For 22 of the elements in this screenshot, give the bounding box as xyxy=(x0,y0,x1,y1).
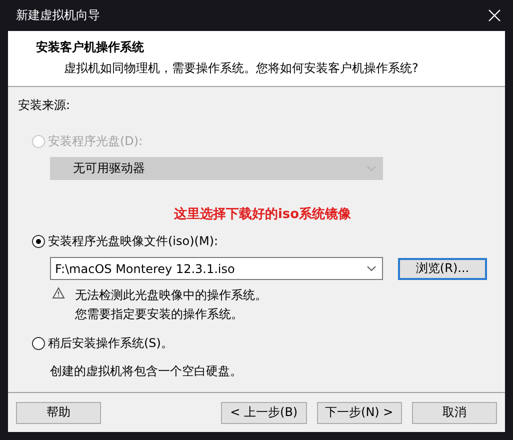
warning-icon xyxy=(52,287,65,299)
source-label: 安装来源: xyxy=(18,97,70,114)
window-title: 新建虚拟机向导 xyxy=(16,7,100,24)
warning-text: 无法检测此光盘映像中的操作系统。 xyxy=(75,287,267,304)
help-button[interactable]: 帮助 xyxy=(16,402,102,424)
wizard-button[interactable]: 取消 xyxy=(412,402,497,424)
note-text: 创建的虚拟机将包含一个空白硬盘。 xyxy=(50,363,242,380)
radio-button[interactable] xyxy=(32,235,45,248)
radio-label: 稍后安装操作系统(S)。 xyxy=(48,335,173,352)
wizard-button[interactable]: 下一步(N) > xyxy=(316,402,402,424)
warning-text: 您需要指定要安装的操作系统。 xyxy=(75,306,243,323)
dropdown-field[interactable]: F:\macOS Monterey 12.3.1.iso xyxy=(50,257,383,280)
radio-label: 安装程序光盘映像文件(iso)(M): xyxy=(48,233,218,250)
close-icon[interactable] xyxy=(488,9,501,22)
radio-button[interactable] xyxy=(32,337,45,350)
header-subtitle: 虚拟机如同物理机，需要操作系统。您将如何安装客户机操作系统? xyxy=(63,60,418,77)
radio-label: 安装程序光盘(D): xyxy=(48,133,143,150)
chevron-down-icon[interactable] xyxy=(367,266,376,271)
annotation-text: 这里选择下载好的iso系统镜像 xyxy=(174,206,352,223)
browse-button[interactable]: 浏览(R)... xyxy=(398,258,487,280)
header-title: 安装客户机操作系统 xyxy=(36,39,144,56)
wizard-button[interactable]: < 上一步(B) xyxy=(221,402,306,424)
